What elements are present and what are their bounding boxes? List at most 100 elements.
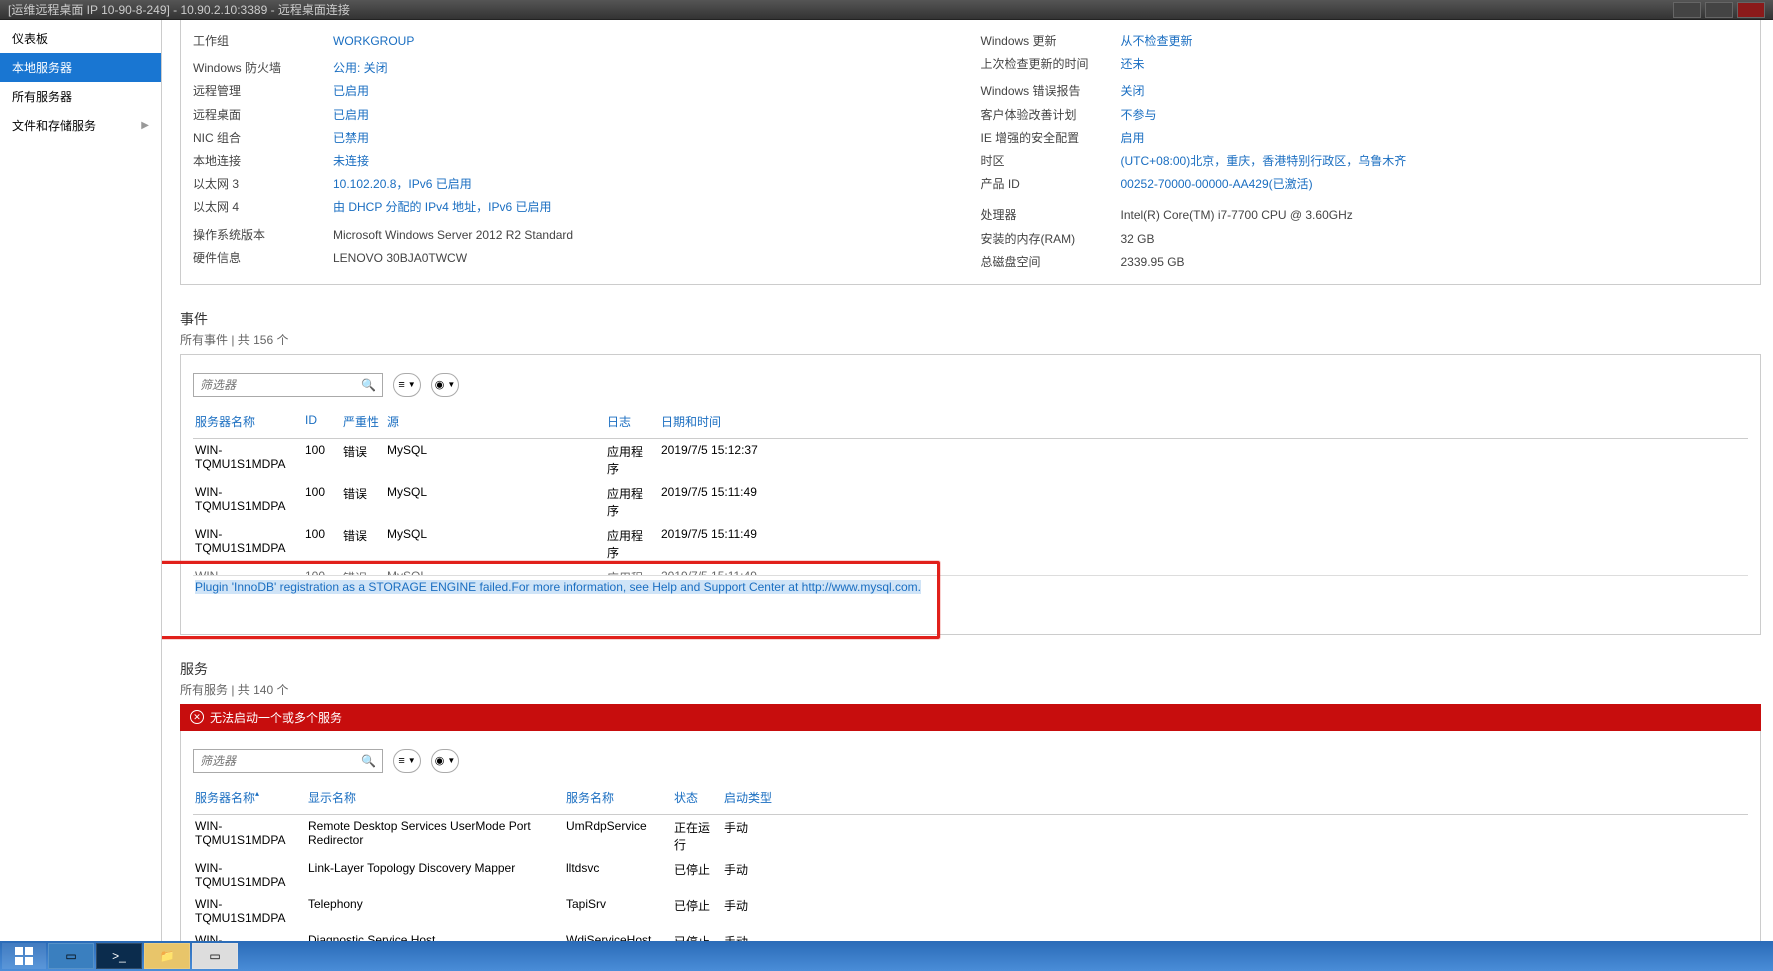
col-datetime[interactable]: 日期和时间 — [659, 409, 799, 434]
close-button[interactable] — [1737, 2, 1765, 18]
taskbar-app-generic[interactable]: ▭ — [192, 943, 238, 969]
table-cell: Remote Desktop Services UserMode Port Re… — [306, 815, 564, 857]
property-label: IE 增强的安全配置 — [981, 129, 1121, 148]
services-panel: 🔍 ≡▼ ◉▼ 服务器名称▴ 显示名称 服务名称 状态 启动类型 WIN-TQM… — [180, 731, 1761, 941]
services-query-button[interactable]: ◉▼ — [431, 749, 459, 773]
property-value[interactable]: 已启用 — [333, 106, 369, 125]
services-filter-input[interactable] — [200, 754, 361, 768]
property-value[interactable]: 已禁用 — [333, 129, 369, 148]
windows-logo-icon — [15, 947, 33, 965]
table-row[interactable]: WIN-TQMU1S1MDPALink-Layer Topology Disco… — [193, 857, 1748, 893]
sidebar-item-all-servers[interactable]: 所有服务器 — [0, 82, 161, 111]
error-icon: ✕ — [190, 710, 204, 724]
property-value[interactable]: 00252-70000-00000-AA429(已激活) — [1121, 175, 1313, 194]
table-row[interactable]: WIN-TQMU1S1MDPARemote Desktop Services U… — [193, 815, 1748, 857]
sidebar-item-file-storage[interactable]: 文件和存储服务▶ — [0, 111, 161, 140]
table-cell: 2019/7/5 15:12:37 — [659, 439, 799, 481]
services-error-banner[interactable]: ✕ 无法启动一个或多个服务 — [180, 704, 1761, 731]
table-cell: WIN-TQMU1S1MDPA — [193, 523, 303, 565]
property-row: 以太网 4由 DHCP 分配的 IPv4 地址，IPv6 已启用 — [193, 196, 961, 219]
property-value[interactable]: 公用: 关闭 — [333, 59, 388, 78]
events-table-header[interactable]: 服务器名称 ID 严重性 源 日志 日期和时间 — [193, 405, 1748, 439]
property-value[interactable]: 10.102.20.8，IPv6 已启用 — [333, 175, 472, 194]
services-table: 服务器名称▴ 显示名称 服务名称 状态 启动类型 WIN-TQMU1S1MDPA… — [193, 781, 1748, 941]
table-cell: 100 — [303, 565, 341, 575]
property-row: Windows 更新从不检查更新 — [981, 30, 1749, 53]
table-cell: WIN-TQMU1S1MDPA — [193, 929, 306, 941]
table-row[interactable]: WIN-TQMU1S1MDPADiagnostic Service HostWd… — [193, 929, 1748, 941]
col-severity[interactable]: 严重性 — [341, 409, 385, 434]
search-icon[interactable]: 🔍 — [361, 754, 376, 768]
table-cell: WdiServiceHost — [564, 929, 672, 941]
sidebar-item-dashboard[interactable]: 仪表板 — [0, 24, 161, 53]
col-id[interactable]: ID — [303, 409, 341, 434]
property-value[interactable]: 启用 — [1121, 129, 1145, 148]
property-value[interactable]: (UTC+08:00)北京，重庆，香港特别行政区，乌鲁木齐 — [1121, 152, 1407, 171]
taskbar-app-explorer[interactable]: 📁 — [144, 943, 190, 969]
sidebar-item-label: 仪表板 — [12, 30, 48, 47]
col-server-name[interactable]: 服务器名称▴ — [193, 785, 306, 810]
property-label: 工作组 — [193, 32, 333, 51]
table-row[interactable]: WIN-TQMU1S1MDPATelephonyTapiSrv已停止手动 — [193, 893, 1748, 929]
property-value: Intel(R) Core(TM) i7-7700 CPU @ 3.60GHz — [1121, 206, 1353, 225]
property-value[interactable]: 不参与 — [1121, 106, 1157, 125]
events-filter-box[interactable]: 🔍 — [193, 373, 383, 397]
property-label: Windows 更新 — [981, 32, 1121, 51]
property-value: Microsoft Windows Server 2012 R2 Standar… — [333, 226, 573, 245]
table-cell: 应用程序 — [605, 481, 659, 523]
property-row: NIC 组合已禁用 — [193, 127, 961, 150]
property-value[interactable]: 从不检查更新 — [1121, 32, 1193, 51]
property-row: 时区(UTC+08:00)北京，重庆，香港特别行政区，乌鲁木齐 — [981, 150, 1749, 173]
taskbar-app-server-manager[interactable]: ▭ — [48, 943, 94, 969]
search-icon[interactable]: 🔍 — [361, 378, 376, 392]
table-cell: WIN-TQMU1S1MDPA — [193, 481, 303, 523]
table-cell: 100 — [303, 523, 341, 565]
event-detail-message[interactable]: Plugin 'InnoDB' registration as a STORAG… — [195, 580, 921, 594]
property-value[interactable]: WORKGROUP — [333, 32, 414, 51]
property-value[interactable]: 未连接 — [333, 152, 369, 171]
table-row[interactable]: WIN-TQMU1S1MDPA100错误MySQL应用程序2019/7/5 15… — [193, 481, 1748, 523]
services-table-header[interactable]: 服务器名称▴ 显示名称 服务名称 状态 启动类型 — [193, 781, 1748, 815]
col-startup-type[interactable]: 启动类型 — [722, 785, 792, 810]
col-log[interactable]: 日志 — [605, 409, 659, 434]
taskbar[interactable]: ▭ >_ 📁 ▭ — [0, 941, 1773, 971]
property-label: 处理器 — [981, 206, 1121, 225]
col-server-name[interactable]: 服务器名称 — [193, 409, 303, 434]
start-button[interactable] — [2, 943, 46, 969]
services-view-options-button[interactable]: ≡▼ — [393, 749, 421, 773]
maximize-button[interactable] — [1705, 2, 1733, 18]
property-value[interactable]: 已启用 — [333, 82, 369, 101]
col-status[interactable]: 状态 — [672, 785, 722, 810]
property-value[interactable]: 还未 — [1121, 55, 1145, 74]
events-filter-input[interactable] — [200, 378, 361, 392]
events-view-options-button[interactable]: ≡▼ — [393, 373, 421, 397]
property-label: 以太网 4 — [193, 198, 333, 217]
table-row[interactable]: WIN-TQMU1S1MDPA100错误MySQL应用程序2019/7/5 15… — [193, 523, 1748, 565]
table-cell: Diagnostic Service Host — [306, 929, 564, 941]
property-label: 本地连接 — [193, 152, 333, 171]
property-value[interactable]: 关闭 — [1121, 82, 1145, 101]
events-query-button[interactable]: ◉▼ — [431, 373, 459, 397]
property-row: 工作组WORKGROUP — [193, 30, 961, 53]
table-cell: MySQL — [385, 439, 605, 481]
col-service-name[interactable]: 服务名称 — [564, 785, 672, 810]
sidebar-item-local-server[interactable]: 本地服务器 — [0, 53, 161, 82]
col-source[interactable]: 源 — [385, 409, 605, 434]
taskbar-app-powershell[interactable]: >_ — [96, 943, 142, 969]
content-area: 工作组WORKGROUPWindows 防火墙公用: 关闭远程管理已启用远程桌面… — [162, 20, 1773, 941]
services-title: 服务 — [180, 655, 1761, 681]
table-cell: 应用程序 — [605, 523, 659, 565]
property-label: 远程桌面 — [193, 106, 333, 125]
sidebar-item-label: 文件和存储服务 — [12, 117, 96, 134]
services-filter-box[interactable]: 🔍 — [193, 749, 383, 773]
table-row[interactable]: WIN-TQMU1S1MDPA100错误MySQL应用程序2019/7/5 15… — [193, 565, 1748, 575]
col-display-name[interactable]: 显示名称 — [306, 785, 564, 810]
table-row[interactable]: WIN-TQMU1S1MDPA100错误MySQL应用程序2019/7/5 15… — [193, 439, 1748, 481]
event-detail-row: Plugin 'InnoDB' registration as a STORAG… — [193, 575, 1748, 624]
property-value[interactable]: 由 DHCP 分配的 IPv4 地址，IPv6 已启用 — [333, 198, 551, 217]
chevron-down-icon: ▼ — [405, 380, 416, 389]
window-title: [运维远程桌面 IP 10-90-8-249] - 10.90.2.10:338… — [8, 1, 350, 18]
table-cell: UmRdpService — [564, 815, 672, 857]
table-cell: 正在运行 — [672, 815, 722, 857]
minimize-button[interactable] — [1673, 2, 1701, 18]
